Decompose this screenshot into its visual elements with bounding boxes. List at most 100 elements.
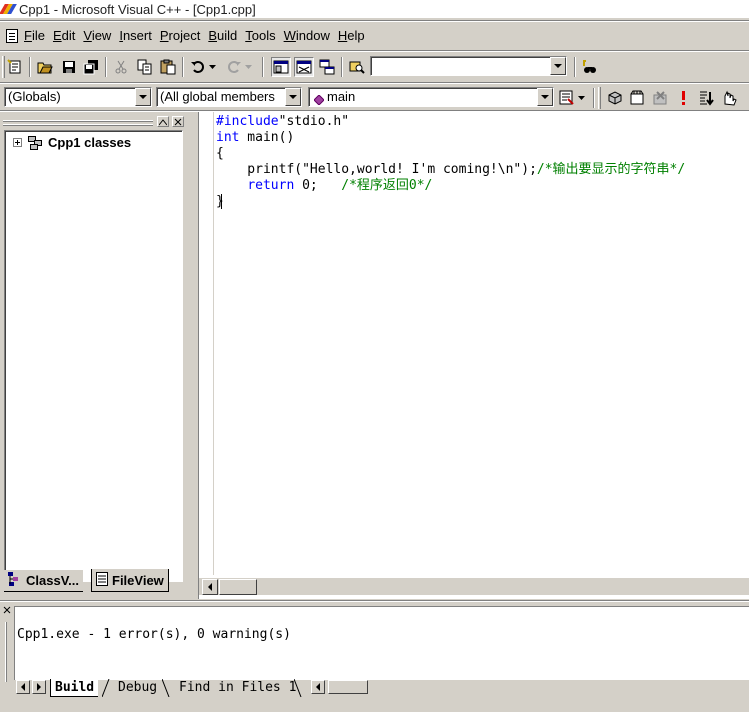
code-keyword: #include: [216, 114, 279, 129]
compile-icon[interactable]: [605, 88, 625, 108]
save-icon[interactable]: [59, 57, 79, 77]
output-pane: Cpp1.exe - 1 error(s), 0 warning(s) Buil…: [0, 602, 749, 712]
cut-icon[interactable]: [111, 57, 131, 77]
new-text-file-icon[interactable]: [5, 57, 25, 77]
code-editor[interactable]: #include"stdio.h" int main(){ printf("Hel…: [198, 112, 749, 599]
build-icon[interactable]: [627, 88, 647, 108]
tree-item-cpp1-classes[interactable]: Cpp1 classes: [13, 135, 131, 150]
output-window[interactable]: Cpp1.exe - 1 error(s), 0 warning(s): [14, 606, 749, 680]
gutter-divider: [213, 112, 214, 575]
divider: [0, 50, 749, 52]
find-icon[interactable]: [579, 57, 599, 77]
toolbar-separator: [574, 57, 576, 77]
tab-find-in-files-1[interactable]: Find in Files 1: [171, 679, 304, 697]
undo-icon[interactable]: [188, 57, 208, 77]
code-line[interactable]: }: [216, 194, 224, 210]
document-icon[interactable]: [6, 29, 18, 43]
code-line[interactable]: return 0; /*程序返回0*/: [216, 178, 432, 194]
menu-help[interactable]: Help: [334, 26, 369, 46]
toolbar-separator: [262, 57, 264, 77]
dropdown-arrow-icon[interactable]: [135, 88, 151, 106]
members-combo-value: main: [327, 89, 356, 104]
find-combo[interactable]: [370, 56, 567, 76]
menu-build[interactable]: Build: [204, 26, 241, 46]
stop-build-icon[interactable]: [650, 88, 670, 108]
toolbar-separator: [182, 57, 184, 77]
menu-file-label: ile: [31, 28, 45, 43]
scroll-left-icon[interactable]: [202, 579, 218, 595]
title-bar: Cpp1 - Microsoft Visual C++ - [Cpp1.cpp]: [0, 0, 749, 18]
undo-dropdown-icon[interactable]: [207, 57, 219, 77]
class-view-tree[interactable]: Cpp1 classes: [4, 130, 183, 582]
dropdown-arrow-icon[interactable]: [285, 88, 301, 106]
code-line[interactable]: {: [216, 146, 224, 162]
members-combo[interactable]: main: [308, 87, 554, 107]
tab-scroll-right-icon[interactable]: [32, 680, 46, 694]
paste-icon[interactable]: [158, 57, 178, 77]
close-output-icon[interactable]: [2, 606, 12, 616]
dock-grip[interactable]: [5, 622, 7, 682]
output-icon[interactable]: [294, 57, 314, 77]
tab-debug[interactable]: Debug: [110, 679, 165, 697]
dropdown-arrow-icon[interactable]: [537, 88, 553, 106]
code-text: main(): [239, 130, 295, 145]
classes-icon: [28, 135, 44, 150]
tab-scroll-left-icon[interactable]: [16, 680, 30, 694]
find-in-files-icon[interactable]: [347, 57, 367, 77]
horizontal-scrollbar[interactable]: [199, 577, 749, 595]
maximize-pane-icon[interactable]: [157, 116, 169, 127]
menu-view[interactable]: View: [79, 26, 115, 46]
text-caret: [220, 194, 222, 209]
output-scroll-left-icon[interactable]: [311, 680, 325, 694]
menu-edit[interactable]: Edit: [49, 26, 79, 46]
classview-icon: [8, 572, 22, 589]
close-pane-icon[interactable]: [172, 116, 184, 127]
output-scroll-thumb[interactable]: [328, 680, 368, 694]
menu-tools[interactable]: Tools: [241, 26, 279, 46]
toolbar-grip[interactable]: [598, 87, 601, 109]
standard-toolbar: [0, 53, 749, 81]
toolbar-separator: [341, 57, 343, 77]
wizard-action-icon[interactable]: [557, 88, 577, 108]
tab-label: FileView: [112, 572, 164, 588]
menu-file[interactable]: File: [20, 26, 49, 46]
toolbar-separator: [105, 57, 107, 77]
tab-label: Build: [55, 680, 95, 695]
menu-insert[interactable]: Insert: [115, 26, 156, 46]
redo-dropdown-icon[interactable]: [243, 57, 255, 77]
menu-window[interactable]: Window: [280, 26, 334, 46]
tab-build[interactable]: Build: [50, 679, 99, 697]
execute-icon[interactable]: [673, 88, 693, 108]
dock-grip[interactable]: [3, 120, 153, 122]
toolbar-separator: [593, 88, 595, 108]
code-line[interactable]: #include"stdio.h": [216, 114, 349, 130]
menu-project[interactable]: Project: [156, 26, 204, 46]
output-tabs: Build Debug Find in Files 1: [14, 679, 749, 699]
open-icon[interactable]: [35, 57, 55, 77]
tab-label: Debug: [118, 680, 158, 695]
insert-breakpoint-icon[interactable]: [719, 88, 739, 108]
code-keyword: return: [247, 178, 295, 193]
divider: [0, 20, 749, 22]
workspace-icon[interactable]: [271, 57, 291, 77]
dock-grip[interactable]: [3, 124, 153, 126]
code-line[interactable]: int main(): [216, 130, 294, 146]
redo-icon[interactable]: [224, 57, 244, 77]
tab-classview[interactable]: ClassV...: [4, 570, 84, 592]
window-list-icon[interactable]: [317, 57, 337, 77]
save-all-icon[interactable]: [81, 57, 101, 77]
tab-fileview[interactable]: FileView: [91, 569, 169, 592]
wizard-dropdown-icon[interactable]: [576, 88, 588, 108]
filter-combo[interactable]: (All global members: [156, 87, 302, 107]
copy-icon[interactable]: [135, 57, 155, 77]
dropdown-arrow-icon[interactable]: [550, 57, 566, 75]
go-icon[interactable]: [696, 88, 716, 108]
scroll-thumb[interactable]: [219, 579, 257, 595]
class-combo[interactable]: (Globals): [4, 87, 152, 107]
code-line[interactable]: printf("Hello,world! I'm coming!\n");/*输…: [216, 162, 685, 178]
class-combo-value: (Globals): [8, 89, 61, 104]
tab-label: Find in Files 1: [179, 680, 297, 695]
expand-icon[interactable]: [13, 138, 22, 147]
toolbar-separator: [29, 57, 31, 77]
